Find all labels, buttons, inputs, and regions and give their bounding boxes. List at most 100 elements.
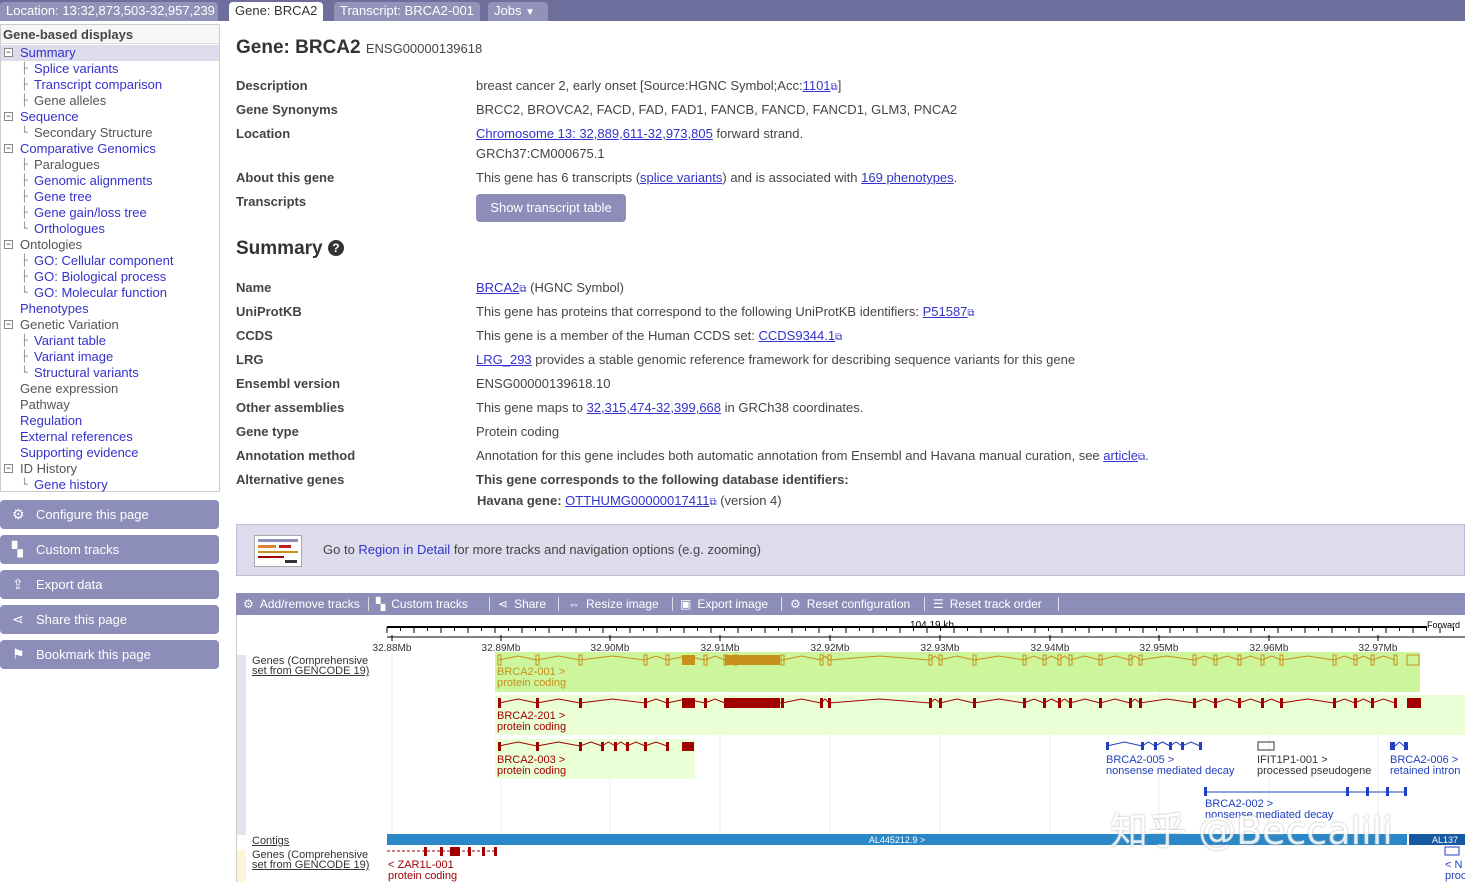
- exon-box: [468, 847, 471, 856]
- exon-box: [1257, 741, 1275, 751]
- region-thumbnail-icon[interactable]: [254, 535, 302, 567]
- sidebar-item-orthologues[interactable]: └ Orthologues: [1, 221, 219, 237]
- location-link[interactable]: Chromosome 13: 32,889,611-32,973,805: [476, 126, 713, 141]
- transcript-biotype: processed pseudogene: [1257, 765, 1371, 777]
- toolbar-add-remove-tracks[interactable]: ⚙ Add/remove tracks: [243, 593, 360, 615]
- sidebar-item-gene-history[interactable]: └ Gene history: [1, 477, 219, 493]
- exon-box: [424, 847, 427, 856]
- toolbar-reset-configuration[interactable]: ⚙ Reset configuration: [790, 593, 910, 615]
- collapse-toggle-icon[interactable]: −: [4, 320, 13, 329]
- exon-box: [929, 698, 932, 708]
- gene-title: Gene: BRCA2: [236, 37, 361, 58]
- button-label: Custom tracks: [36, 542, 120, 557]
- uniprot-link[interactable]: P51587: [923, 304, 968, 319]
- sidebar-item-label: Ontologies: [20, 237, 83, 252]
- collapse-toggle-icon[interactable]: −: [4, 144, 13, 153]
- export-data-button[interactable]: ⇪ Export data: [0, 570, 219, 599]
- exon-box: [939, 698, 942, 708]
- help-icon[interactable]: ?: [327, 240, 344, 256]
- collapse-toggle-icon[interactable]: −: [4, 464, 13, 473]
- exon-box: [1404, 787, 1407, 796]
- collapse-toggle-icon[interactable]: −: [4, 48, 13, 57]
- sidebar-item-external-references[interactable]: External references: [1, 429, 219, 445]
- gene-type-label: Gene type: [236, 424, 299, 439]
- intron-line: [1181, 741, 1201, 747]
- summary-title: Summary: [236, 238, 323, 259]
- toolbar-label: Reset configuration: [806, 597, 911, 611]
- exon-box: [1106, 742, 1109, 750]
- contig-label: AL445212.9 >: [869, 835, 925, 845]
- sidebar-item-transcript-comparison[interactable]: ├ Transcript comparison: [1, 77, 219, 93]
- toolbar-custom-tracks[interactable]: ▚ Custom tracks: [376, 593, 468, 615]
- havana-link[interactable]: OTTHUMG00000017411: [565, 493, 709, 508]
- sidebar-item-gene-alleles: ├ Gene alleles: [1, 93, 219, 109]
- sidebar-item-go-molecular-function[interactable]: └ GO: Molecular function: [1, 285, 219, 301]
- sidebar-item-gene-tree[interactable]: ├ Gene tree: [1, 189, 219, 205]
- region-in-detail-link[interactable]: Region in Detail: [358, 542, 450, 557]
- toolbar-separator: [368, 597, 369, 611]
- assemblies-text: This gene maps to: [476, 400, 587, 415]
- tree-branch-icon: ├: [21, 206, 28, 219]
- sidebar-item-label: Pathway: [20, 397, 70, 412]
- toolbar-export-image[interactable]: ▣ Export image: [680, 593, 768, 615]
- sidebar-item-phenotypes[interactable]: Phenotypes: [1, 301, 219, 317]
- sidebar-item-label: Variant image: [34, 349, 114, 364]
- resize-icon: ⇔: [568, 597, 580, 611]
- toolbar-resize-image[interactable]: ⇔ Resize image: [568, 593, 659, 615]
- tree-branch-icon: ├: [21, 78, 28, 91]
- sidebar-item-label: GO: Molecular function: [34, 285, 167, 300]
- custom-tracks-button[interactable]: ▚ Custom tracks: [0, 535, 219, 564]
- sidebar-title: Gene-based displays: [1, 25, 219, 44]
- tab-location[interactable]: Location: 13:32,873,503-32,957,239: [0, 2, 218, 21]
- sidebar-item-ontologies: − Ontologies: [1, 237, 219, 253]
- toolbar-reset-track-order[interactable]: ☰ Reset track order: [933, 593, 1042, 615]
- show-transcript-table-button[interactable]: Show transcript table: [476, 194, 626, 222]
- about-label: About this gene: [236, 170, 335, 185]
- sidebar-item-structural-variants[interactable]: └ Structural variants: [1, 365, 219, 381]
- sidebar-item-splice-variants[interactable]: ├ Splice variants: [1, 61, 219, 77]
- exon-box: [498, 698, 501, 708]
- collapse-toggle-icon[interactable]: −: [4, 112, 13, 121]
- gene-id: ENSG00000139618: [365, 41, 483, 56]
- tree-branch-icon: └: [21, 366, 28, 379]
- button-label: Share this page: [36, 612, 128, 627]
- sidebar-item-variant-image[interactable]: ├ Variant image: [1, 349, 219, 365]
- toolbar-label: Export image: [697, 597, 769, 611]
- toolbar-share[interactable]: ⋖ Share: [498, 593, 546, 615]
- splice-variants-link[interactable]: splice variants: [640, 170, 722, 185]
- grch38-link[interactable]: 32,315,474-32,399,668: [587, 400, 721, 415]
- lrg-link[interactable]: LRG_293: [476, 352, 532, 367]
- collapse-toggle-icon[interactable]: −: [4, 240, 13, 249]
- sidebar-item-sequence[interactable]: − Sequence: [1, 109, 219, 125]
- exon-box: [1099, 698, 1102, 708]
- hgnc-acc-link[interactable]: 1101: [803, 78, 831, 93]
- sidebar-item-regulation[interactable]: Regulation: [1, 413, 219, 429]
- sidebar-item-comparative-genomics[interactable]: − Comparative Genomics: [1, 141, 219, 157]
- ccds-value: This gene is a member of the Human CCDS …: [476, 328, 842, 343]
- sidebar-item-label: Gene gain/loss tree: [34, 205, 147, 220]
- region-detail-pre: Go to: [323, 542, 359, 557]
- sidebar-item-label: Transcript comparison: [34, 77, 163, 92]
- share-this-page-button[interactable]: ⋖ Share this page: [0, 605, 219, 634]
- article-link[interactable]: article: [1103, 448, 1138, 463]
- reset-config-icon: ⚙: [790, 597, 801, 611]
- sidebar-item-go-biological-process[interactable]: ├ GO: Biological process: [1, 269, 219, 285]
- sidebar-item-gene-gain-loss-tree[interactable]: ├ Gene gain/loss tree: [1, 205, 219, 221]
- lrg-text: provides a stable genomic reference fram…: [531, 352, 1076, 367]
- name-value: BRCA2⧉ (HGNC Symbol): [476, 280, 624, 295]
- brca2-link[interactable]: BRCA2: [476, 280, 519, 295]
- bookmark-this-page-button[interactable]: ⚑ Bookmark this page: [0, 640, 219, 669]
- ccds-link[interactable]: CCDS9344.1: [759, 328, 836, 343]
- sidebar-item-variant-table[interactable]: ├ Variant table: [1, 333, 219, 349]
- exon-box: [1390, 742, 1395, 750]
- exon-box: [1204, 787, 1207, 796]
- sidebar-item-summary[interactable]: − Summary: [1, 45, 219, 61]
- sidebar-item-secondary-structure: └ Secondary Structure: [1, 125, 219, 141]
- phenotypes-link[interactable]: 169 phenotypes: [861, 170, 954, 185]
- configure-this-page-button[interactable]: ⚙ Configure this page: [0, 500, 219, 529]
- exon-box: [1169, 742, 1172, 750]
- exon-box: [1199, 742, 1202, 750]
- sidebar-item-genomic-alignments[interactable]: ├ Genomic alignments: [1, 173, 219, 189]
- sidebar-item-supporting-evidence[interactable]: Supporting evidence: [1, 445, 219, 461]
- sidebar-item-go-cellular-component[interactable]: ├ GO: Cellular component: [1, 253, 219, 269]
